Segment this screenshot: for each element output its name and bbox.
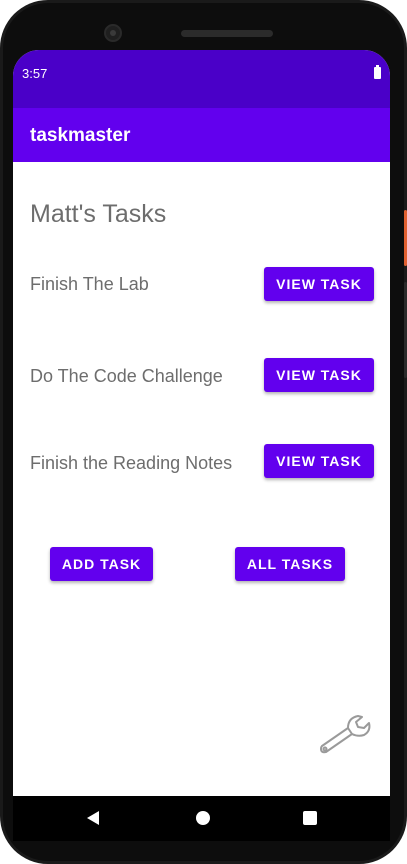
earpiece-speaker <box>181 30 273 37</box>
status-bar: 3:57 <box>13 50 390 108</box>
page-title: Matt's Tasks <box>30 200 167 228</box>
view-task-button[interactable]: VIEW TASK <box>264 267 374 301</box>
wrench-icon[interactable] <box>318 712 374 760</box>
recents-icon[interactable] <box>303 811 317 825</box>
home-icon[interactable] <box>196 811 210 825</box>
all-tasks-button[interactable]: ALL TASKS <box>235 547 345 581</box>
app-screen: 3:57 taskmaster Matt's Tasks Finish The … <box>13 50 390 829</box>
add-task-button[interactable]: ADD TASK <box>50 547 153 581</box>
task-label: Finish the Reading Notes <box>30 453 233 473</box>
app-bar: taskmaster <box>13 108 390 162</box>
app-title: taskmaster <box>30 125 131 146</box>
battery-icon <box>374 65 381 79</box>
status-time: 3:57 <box>22 66 48 81</box>
back-icon[interactable] <box>87 811 99 825</box>
task-label: Do The Code Challenge <box>30 366 223 386</box>
task-label: Finish The Lab <box>30 274 149 294</box>
front-camera <box>104 24 122 42</box>
navigation-bar <box>13 796 390 841</box>
view-task-button[interactable]: VIEW TASK <box>264 444 374 478</box>
view-task-button[interactable]: VIEW TASK <box>264 358 374 392</box>
